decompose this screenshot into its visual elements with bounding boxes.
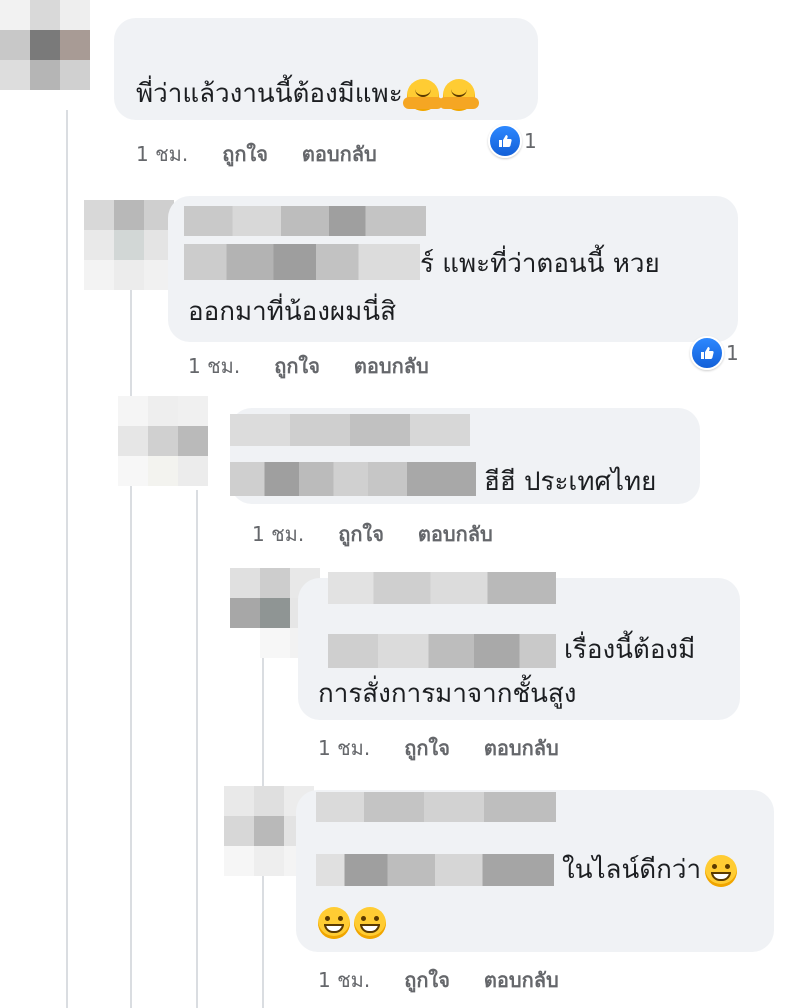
reply-button[interactable]: ตอบกลับ — [354, 350, 429, 382]
reply-button[interactable]: ตอบกลับ — [484, 732, 559, 764]
commenter-name-blurred[interactable] — [328, 572, 556, 604]
comment-prefix-blurred — [230, 462, 476, 496]
comment-text: ฮีฮี ประเทศไทย — [484, 467, 657, 497]
comment-text-line2: การสั่งการมาจากชั้นสูง — [318, 679, 577, 709]
avatar[interactable] — [84, 200, 174, 290]
reaction-count: 1 — [726, 341, 739, 365]
like-reaction-icon — [690, 336, 724, 370]
grin-emoji-icon — [354, 906, 386, 939]
comment-prefix-blurred — [328, 634, 556, 668]
like-button[interactable]: ถูกใจ — [404, 732, 450, 764]
reaction-count: 1 — [524, 129, 537, 153]
hug-emoji-icon — [438, 78, 479, 111]
avatar[interactable] — [118, 396, 208, 486]
comment-actions: 1 ชม. ถูกใจ ตอบกลับ — [252, 518, 493, 550]
comment-text-line2: ออกมาที่น้องผมนี่สิ — [188, 297, 396, 327]
comment-bubble: ฮีฮี ประเทศไทย — [230, 408, 700, 504]
like-button[interactable]: ถูกใจ — [338, 518, 384, 550]
thread-line — [196, 490, 198, 1008]
comment-text-line1: ในไลน์ดีกว่า — [562, 855, 702, 885]
like-button[interactable]: ถูกใจ — [222, 138, 268, 170]
like-reaction-icon — [488, 124, 522, 158]
reaction-summary[interactable]: 1 — [488, 124, 537, 158]
comment-time[interactable]: 1 ชม. — [318, 964, 370, 996]
comment-bubble: ร์ แพะที่ว่าตอนนี้ หวย ออกมาที่น้องผมนี่… — [168, 196, 738, 342]
thread-line — [66, 110, 68, 1008]
comment-bubble: พี่ว่าแล้วงานนี้ต้องมีแพะ — [114, 18, 538, 120]
comment-actions: 1 ชม. ถูกใจ ตอบกลับ — [318, 964, 559, 996]
like-button[interactable]: ถูกใจ — [404, 964, 450, 996]
comment-actions: 1 ชม. ถูกใจ ตอบกลับ — [136, 138, 377, 170]
comment-text-line1: เรื่องนี้ต้องมี — [564, 635, 696, 665]
comment-time[interactable]: 1 ชม. — [252, 518, 304, 550]
comment-prefix-blurred — [184, 244, 420, 280]
comment-bubble: ในไลน์ดีกว่า — [296, 790, 774, 952]
comment-text-line1: ร์ แพะที่ว่าตอนนี้ หวย — [420, 249, 660, 279]
comment-prefix-blurred — [316, 854, 554, 886]
comment-time[interactable]: 1 ชม. — [318, 732, 370, 764]
grin-emoji-icon — [705, 854, 738, 887]
reply-button[interactable]: ตอบกลับ — [302, 138, 377, 170]
reaction-summary[interactable]: 1 — [690, 336, 739, 370]
thread-line — [130, 280, 132, 1008]
comment-text: พี่ว่าแล้วงานนี้ต้องมีแพะ — [136, 79, 403, 109]
reply-button[interactable]: ตอบกลับ — [418, 518, 493, 550]
avatar[interactable] — [0, 0, 90, 90]
reply-button[interactable]: ตอบกลับ — [484, 964, 559, 996]
commenter-name-blurred[interactable] — [184, 206, 426, 236]
comment-bubble: เรื่องนี้ต้องมี การสั่งการมาจากชั้นสูง — [298, 572, 740, 720]
like-button[interactable]: ถูกใจ — [274, 350, 320, 382]
grin-emoji-icon — [318, 906, 350, 939]
comment-time[interactable]: 1 ชม. — [136, 138, 188, 170]
commenter-name-blurred[interactable] — [316, 792, 556, 822]
commenter-name-blurred[interactable] — [230, 414, 470, 446]
comment-time[interactable]: 1 ชม. — [188, 350, 240, 382]
comment-actions: 1 ชม. ถูกใจ ตอบกลับ — [318, 732, 559, 764]
comment-actions: 1 ชม. ถูกใจ ตอบกลับ — [188, 350, 429, 382]
hug-emoji-icon — [402, 78, 443, 111]
